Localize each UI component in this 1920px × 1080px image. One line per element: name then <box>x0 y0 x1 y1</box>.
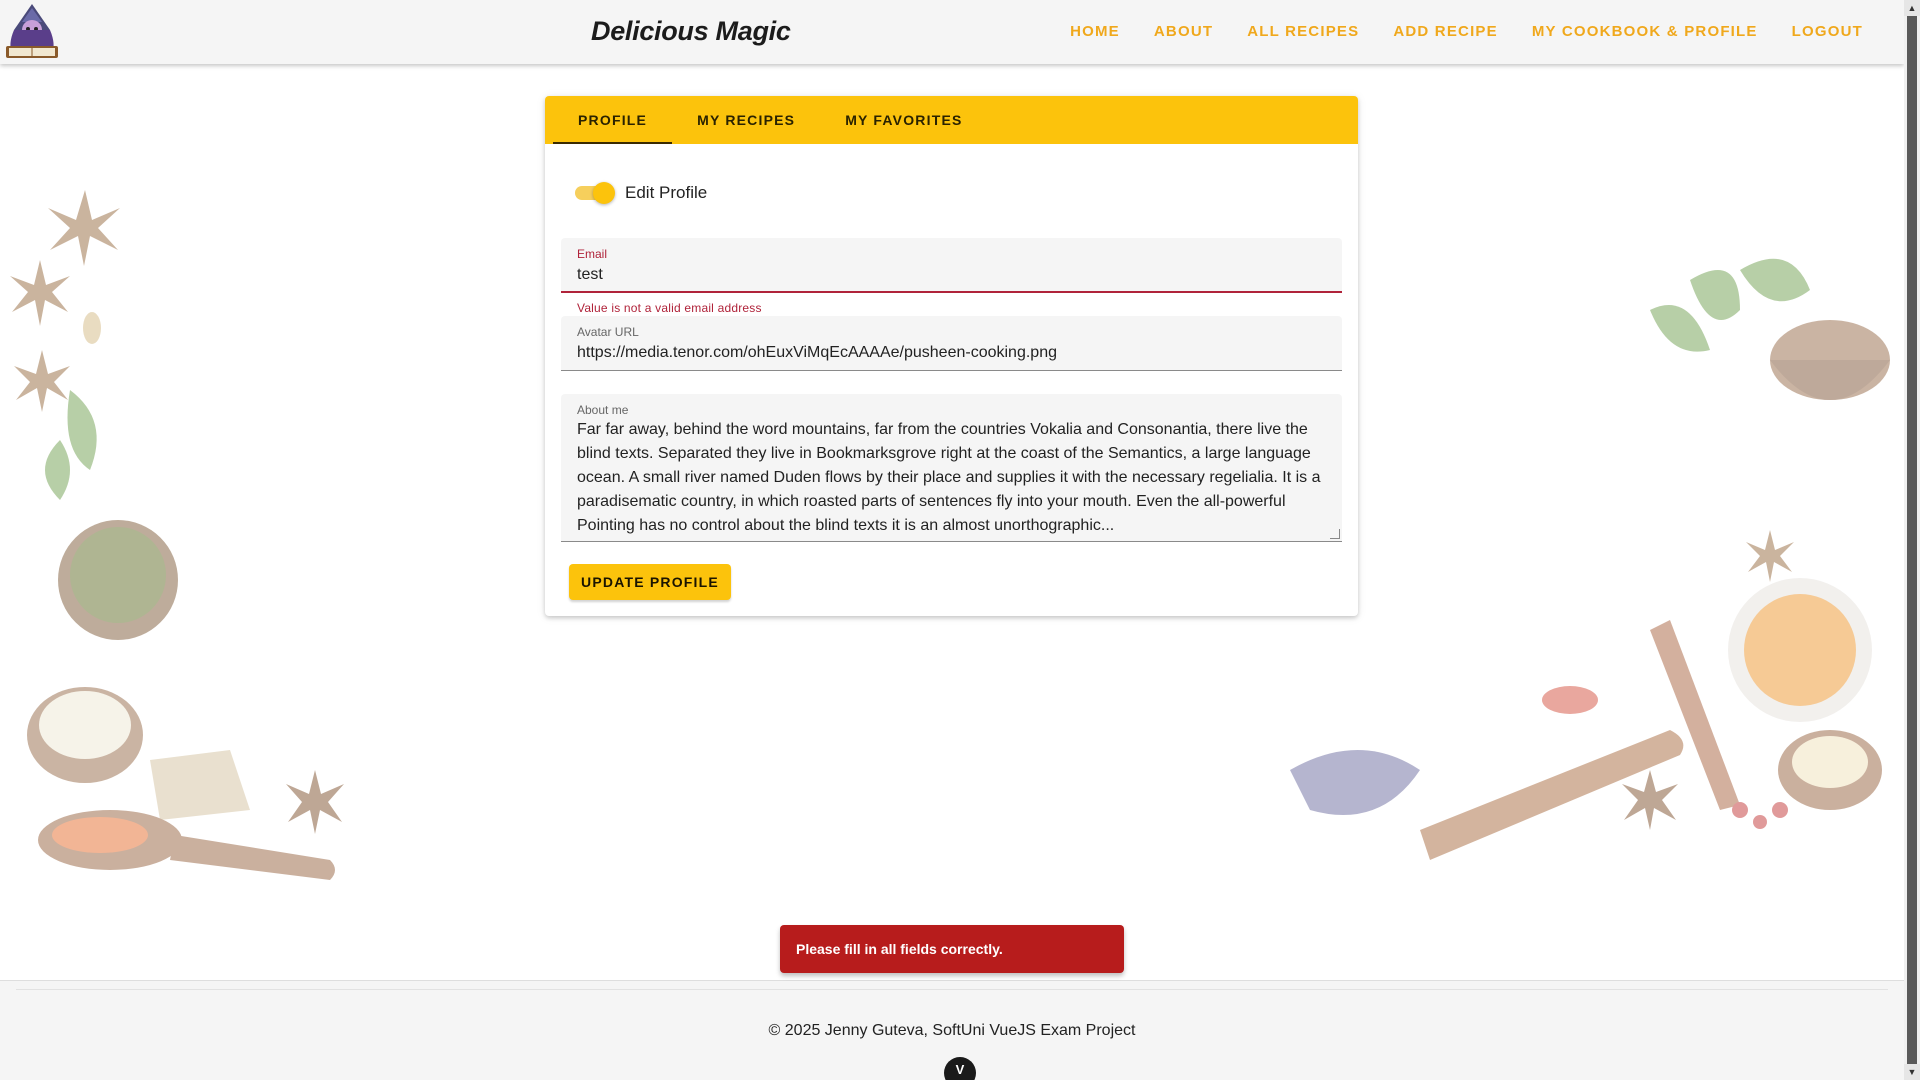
scroll-down-icon[interactable]: ▼ <box>1904 1064 1920 1080</box>
edit-profile-toggle-row: Edit Profile <box>575 178 707 208</box>
nav-add-recipe[interactable]: ADD RECIPE <box>1376 0 1515 64</box>
email-input[interactable] <box>577 264 1317 286</box>
footer-divider <box>16 989 1888 990</box>
about-me-field[interactable]: About me Far far away, behind the word m… <box>561 394 1342 542</box>
footer-copyright: © 2025 Jenny Guteva, SoftUni VueJS Exam … <box>768 1022 1136 1039</box>
profile-card: PROFILE MY RECIPES MY FAVORITES Edit Pro… <box>545 96 1358 616</box>
edit-profile-switch[interactable] <box>575 182 615 204</box>
error-snackbar: Please fill in all fields correctly. <box>780 925 1124 973</box>
spices-illustration-left <box>10 190 344 880</box>
nav-about[interactable]: ABOUT <box>1137 0 1230 64</box>
main-nav: HOME ABOUT ALL RECIPES ADD RECIPE MY COO… <box>1053 0 1880 64</box>
edit-profile-label: Edit Profile <box>625 183 708 202</box>
wizard-cookbook-logo-icon[interactable] <box>0 0 64 64</box>
avatar-url-label: Avatar URL <box>577 325 639 339</box>
nav-home[interactable]: HOME <box>1053 0 1137 64</box>
email-field[interactable]: Email <box>561 238 1342 293</box>
tab-my-recipes[interactable]: MY RECIPES <box>672 96 820 144</box>
page-scrollbar[interactable]: ▲ ▼ <box>1904 0 1920 1080</box>
update-profile-button[interactable]: UPDATE PROFILE <box>569 564 731 600</box>
tab-my-favorites[interactable]: MY FAVORITES <box>820 96 987 144</box>
app-bar: Delicious Magic HOME ABOUT ALL RECIPES A… <box>0 0 1904 64</box>
app-title[interactable]: Delicious Magic <box>591 16 791 47</box>
profile-tabs: PROFILE MY RECIPES MY FAVORITES <box>545 96 1358 144</box>
scrollbar-thumb[interactable] <box>1907 0 1917 1080</box>
nav-all-recipes[interactable]: ALL RECIPES <box>1230 0 1376 64</box>
avatar-url-input[interactable] <box>577 342 1317 364</box>
email-label: Email <box>577 247 608 261</box>
email-error-message: Value is not a valid email address <box>577 301 762 315</box>
switch-knob <box>593 182 615 204</box>
resize-handle-icon[interactable] <box>1330 529 1340 539</box>
scroll-up-icon[interactable]: ▲ <box>1904 0 1920 16</box>
spices-illustration-right <box>1290 258 1890 860</box>
tab-profile[interactable]: PROFILE <box>553 96 673 144</box>
about-me-label: About me <box>577 403 629 417</box>
about-me-textarea[interactable]: Far far away, behind the word mountains,… <box>577 418 1327 538</box>
nav-my-cookbook-profile[interactable]: MY COOKBOOK & PROFILE <box>1515 0 1775 64</box>
nav-logout[interactable]: LOGOUT <box>1775 0 1880 64</box>
avatar-url-field[interactable]: Avatar URL <box>561 316 1342 371</box>
